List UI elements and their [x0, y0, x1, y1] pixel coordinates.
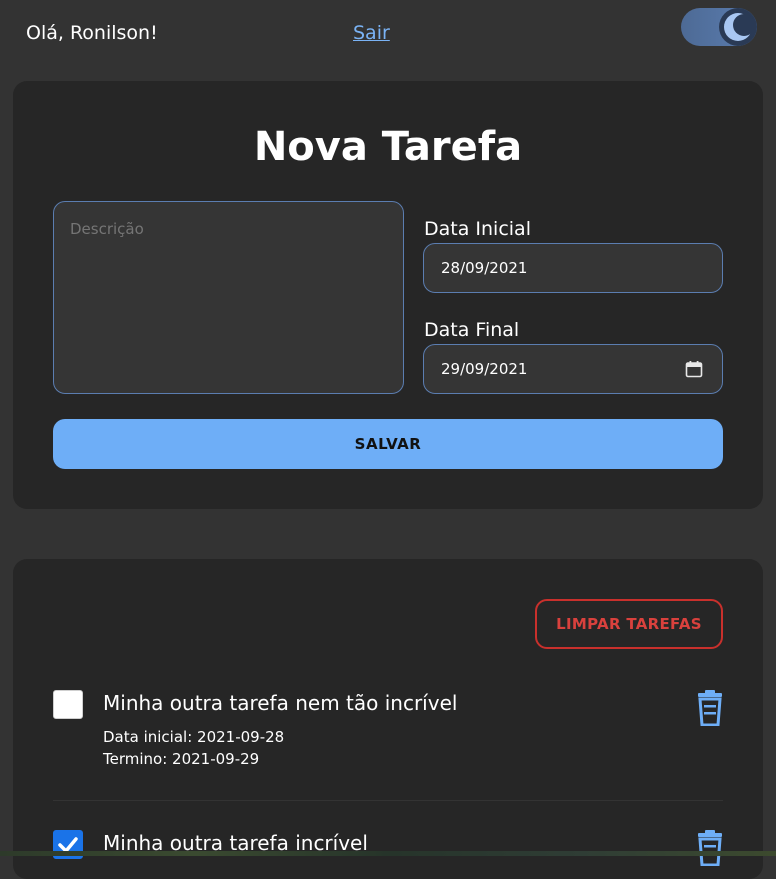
- calendar-icon[interactable]: [685, 360, 703, 378]
- page-title: Nova Tarefa: [253, 124, 523, 170]
- moon-icon: [724, 13, 753, 41]
- trash-icon[interactable]: [696, 690, 724, 726]
- list-item: Minha outra tarefa incrível: [0, 828, 776, 868]
- end-date-value: 29/09/2021: [441, 360, 528, 378]
- theme-toggle[interactable]: [681, 8, 757, 46]
- save-button[interactable]: SALVAR: [53, 419, 723, 469]
- list-item: Minha outra tarefa nem tão incrível Data…: [0, 688, 776, 800]
- description-input[interactable]: [53, 201, 404, 394]
- trash-icon[interactable]: [696, 830, 724, 866]
- end-date-field[interactable]: 29/09/2021: [423, 344, 723, 394]
- start-date-label: Data Inicial: [424, 218, 531, 240]
- greeting-text: Olá, Ronilson!: [26, 22, 158, 44]
- start-date-value: 28/09/2021: [441, 259, 528, 277]
- theme-toggle-knob: [719, 8, 757, 46]
- start-date-field[interactable]: 28/09/2021: [423, 243, 723, 293]
- task-end-date: Termino: 2021-09-29: [103, 750, 260, 768]
- task-divider: [53, 800, 723, 801]
- task-checkbox[interactable]: [53, 690, 83, 719]
- end-date-label: Data Final: [424, 319, 520, 341]
- background-image-strip: [0, 851, 776, 856]
- task-title: Minha outra tarefa nem tão incrível: [103, 691, 458, 715]
- task-start-date: Data inicial: 2021-09-28: [103, 728, 285, 746]
- logout-link[interactable]: Sair: [353, 22, 390, 44]
- clear-tasks-button[interactable]: LIMPAR TAREFAS: [535, 599, 723, 649]
- top-bar: Olá, Ronilson! Sair: [0, 0, 776, 66]
